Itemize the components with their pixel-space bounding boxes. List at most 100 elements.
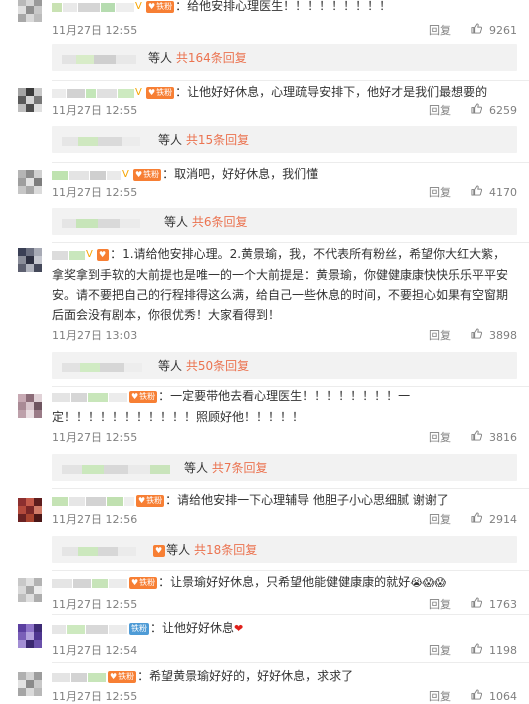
reply-summary[interactable]: ♥ 等人 共18条回复 bbox=[52, 536, 517, 563]
avatar[interactable] bbox=[18, 394, 42, 418]
divider bbox=[52, 662, 529, 663]
fan-badge: 铁粉 bbox=[129, 622, 149, 635]
reply-count-label[interactable]: 等人 共7条回复 bbox=[184, 459, 267, 477]
avatar[interactable] bbox=[18, 0, 42, 22]
comment-text: ：让他好好休息，心理疏导安排下，他好才是我们最想要的 bbox=[175, 85, 488, 99]
avatar[interactable] bbox=[18, 498, 42, 522]
heart-icon: ♥ bbox=[99, 249, 107, 259]
like-count: 3898 bbox=[489, 329, 517, 343]
vip-icon: V bbox=[135, 86, 142, 98]
like-count: 9261 bbox=[489, 24, 517, 38]
reply-summary[interactable]: 等人 共6条回复 bbox=[52, 208, 517, 235]
comment-actions: 回复 3898 bbox=[429, 327, 517, 343]
username[interactable] bbox=[52, 0, 135, 17]
avatar[interactable] bbox=[18, 672, 42, 696]
avatar[interactable] bbox=[18, 170, 42, 194]
reply-summary[interactable]: 等人 共15条回复 bbox=[52, 126, 517, 153]
divider bbox=[52, 614, 529, 615]
username[interactable] bbox=[52, 573, 128, 593]
like-count: 4170 bbox=[489, 186, 517, 200]
like-button[interactable]: 4170 bbox=[470, 185, 517, 200]
like-button[interactable]: 1763 bbox=[470, 597, 517, 612]
reply-button[interactable]: 回复 bbox=[429, 511, 451, 527]
reply-button[interactable]: 回复 bbox=[429, 596, 451, 612]
username[interactable] bbox=[52, 165, 122, 185]
reply-summary[interactable]: 等人 共50条回复 bbox=[52, 352, 517, 379]
avatar[interactable] bbox=[18, 88, 42, 112]
reply-count-label[interactable]: 等人 共15条回复 bbox=[158, 131, 249, 149]
heart-icon: ♥ bbox=[138, 495, 146, 505]
like-button[interactable]: 1198 bbox=[470, 643, 517, 658]
heart-icon: ♥ bbox=[148, 87, 156, 97]
like-count: 1198 bbox=[489, 644, 517, 658]
comment-time: 11月27日 12:55 bbox=[52, 431, 138, 444]
divider bbox=[52, 162, 529, 163]
avatar[interactable] bbox=[18, 578, 42, 602]
like-count: 1763 bbox=[489, 598, 517, 612]
comment-time: 11月27日 12:55 bbox=[52, 104, 138, 117]
heart-icon: ♥ bbox=[131, 577, 139, 587]
like-button[interactable]: 1064 bbox=[470, 689, 517, 704]
reply-button[interactable]: 回复 bbox=[429, 429, 451, 445]
thumbs-up-icon bbox=[470, 103, 482, 114]
thumbs-up-icon bbox=[470, 328, 482, 339]
like-button[interactable]: 2914 bbox=[470, 512, 517, 527]
username[interactable] bbox=[52, 491, 135, 511]
vip-icon: V bbox=[122, 168, 129, 180]
comment-actions: 回复 1763 bbox=[429, 596, 517, 612]
reply-count-label[interactable]: 等人 共50条回复 bbox=[158, 357, 249, 375]
avatar[interactable] bbox=[18, 624, 42, 648]
reply-button[interactable]: 回复 bbox=[429, 102, 451, 118]
fan-badge: ♥铁粉 bbox=[108, 670, 137, 683]
vip-icon: V bbox=[86, 248, 93, 260]
heart-icon: ♥ bbox=[131, 391, 139, 401]
reply-usernames bbox=[62, 361, 142, 375]
heart-icon: ♥ bbox=[148, 1, 156, 11]
comment-time: 11月27日 12:56 bbox=[52, 513, 138, 526]
reply-button[interactable]: 回复 bbox=[429, 22, 451, 38]
like-count: 3816 bbox=[489, 431, 517, 445]
like-count: 2914 bbox=[489, 513, 517, 527]
vip-icon: V bbox=[135, 0, 142, 12]
reply-usernames bbox=[62, 53, 136, 67]
username[interactable] bbox=[52, 245, 86, 265]
avatar[interactable] bbox=[18, 248, 42, 272]
emoji-icons: 😭😱😱 bbox=[410, 575, 446, 589]
thumbs-up-icon bbox=[470, 643, 482, 654]
reply-usernames bbox=[62, 135, 140, 149]
reply-count-label[interactable]: 等人 共6条回复 bbox=[164, 213, 247, 231]
username[interactable] bbox=[52, 619, 128, 639]
fan-badge: ♥铁粉 bbox=[133, 168, 162, 181]
username[interactable] bbox=[52, 667, 107, 687]
thumbs-up-icon bbox=[470, 512, 482, 523]
comment-actions: 回复 2914 bbox=[429, 511, 517, 527]
comment-item: V ♥铁粉 ：给他安排心理医生！！！！！！！！！ 11月27日 12:55 回复 9… bbox=[0, 0, 529, 40]
reply-count-label[interactable]: 等人 共164条回复 bbox=[148, 49, 247, 67]
comment-text: ：请给他安排一下心理辅导 他胆子小心思细腻 谢谢了 bbox=[165, 493, 449, 507]
like-button[interactable]: 3816 bbox=[470, 430, 517, 445]
comment-actions: 回复 4170 bbox=[429, 184, 517, 200]
reply-button[interactable]: 回复 bbox=[429, 688, 451, 704]
reply-summary[interactable]: 等人 共164条回复 bbox=[52, 44, 517, 71]
reply-count-label[interactable]: ♥ 等人 共18条回复 bbox=[152, 541, 257, 559]
divider bbox=[52, 242, 529, 243]
username[interactable] bbox=[52, 387, 128, 407]
thumbs-up-icon bbox=[470, 597, 482, 608]
heart-icon: ❤ bbox=[234, 621, 244, 635]
comment-time: 11月27日 12:55 bbox=[52, 598, 138, 611]
like-button[interactable]: 6259 bbox=[470, 103, 517, 118]
like-count: 1064 bbox=[489, 690, 517, 704]
fan-badge: ♥铁粉 bbox=[146, 0, 175, 13]
reply-summary[interactable]: 等人 共7条回复 bbox=[52, 454, 517, 481]
reply-button[interactable]: 回复 bbox=[429, 642, 451, 658]
like-count: 6259 bbox=[489, 104, 517, 118]
comment-text: ：取消吧，好好休息，我们懂 bbox=[162, 167, 319, 181]
reply-button[interactable]: 回复 bbox=[429, 184, 451, 200]
username[interactable] bbox=[52, 83, 135, 103]
like-button[interactable]: 9261 bbox=[470, 23, 517, 38]
like-button[interactable]: 3898 bbox=[470, 328, 517, 343]
fan-badge: ♥铁粉 bbox=[146, 86, 175, 99]
reply-button[interactable]: 回复 bbox=[429, 327, 451, 343]
comment-time: 11月27日 13:03 bbox=[52, 329, 138, 342]
comment-text: ：希望黄景瑜好好的，好好休息，求求了 bbox=[137, 669, 354, 683]
